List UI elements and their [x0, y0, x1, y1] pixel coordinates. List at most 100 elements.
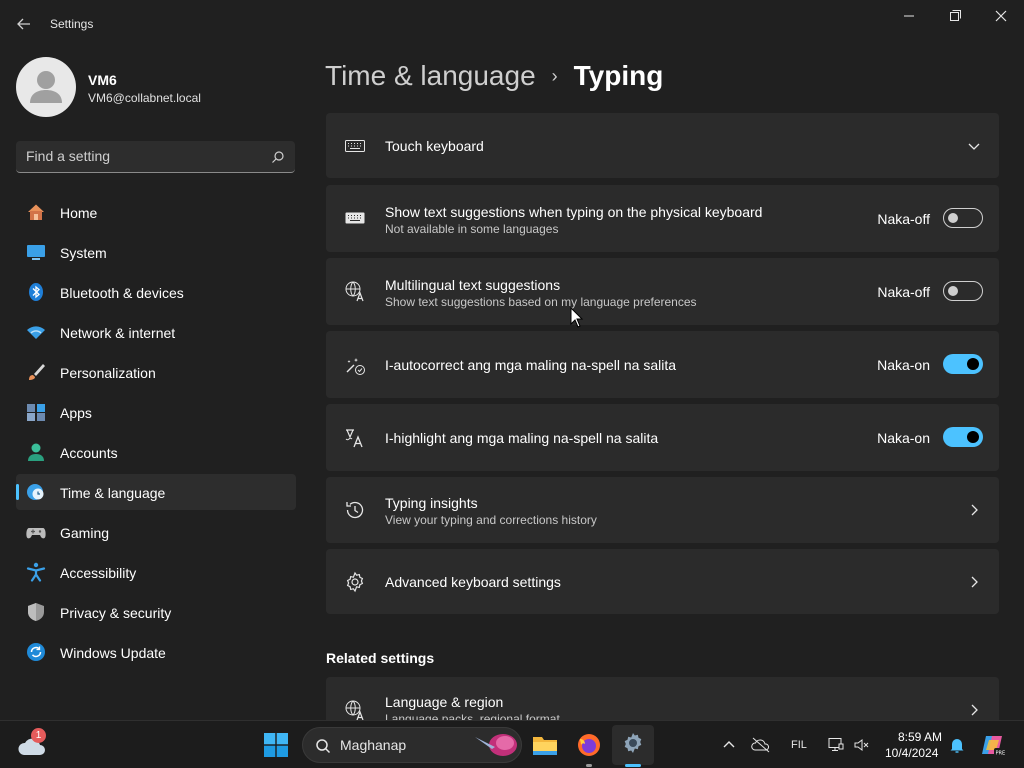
text-suggestions-title: Show text suggestions when typing on the…: [385, 204, 763, 220]
breadcrumb-parent[interactable]: Time & language: [325, 60, 536, 92]
back-arrow-icon[interactable]: [12, 12, 36, 36]
find-setting-box[interactable]: [16, 141, 295, 173]
keyboard-icon: [344, 207, 366, 229]
file-explorer-icon[interactable]: [531, 731, 559, 759]
chevron-right-icon[interactable]: [967, 503, 981, 517]
sidebar-item-apps[interactable]: Apps: [16, 394, 296, 430]
typing-insights-title: Typing insights: [385, 495, 478, 511]
autocorrect-toggle[interactable]: [943, 354, 983, 374]
mouse-pointer-icon: [570, 306, 584, 329]
copilot-icon[interactable]: PRE: [980, 732, 1006, 758]
sidebar-item-gaming[interactable]: Gaming: [16, 514, 296, 550]
highlight-misspelled-icon: [344, 427, 366, 449]
search-input[interactable]: [26, 148, 256, 164]
page-title: Typing: [573, 60, 664, 91]
sidebar-item-privacy[interactable]: Privacy & security: [16, 594, 296, 630]
keyboard-icon: [344, 135, 366, 157]
sidebar-item-label: Bluetooth & devices: [60, 285, 184, 301]
history-icon: [344, 499, 366, 521]
sidebar-item-label: Network & internet: [60, 325, 176, 341]
settings-icon[interactable]: [612, 725, 654, 765]
accessibility-icon: [26, 562, 46, 582]
settings-active-indicator: [625, 764, 641, 767]
apps-icon: [26, 402, 46, 422]
related-settings-heading: Related settings: [326, 650, 435, 666]
notification-bell-icon[interactable]: [948, 736, 966, 754]
sidebar-item-label: Accounts: [60, 445, 118, 461]
highlight-card: I-highlight ang mga maling na-spell na s…: [326, 404, 999, 471]
multilingual-card: Multilingual text suggestions Show text …: [326, 258, 999, 325]
app-title: Settings: [50, 17, 94, 31]
clock-date[interactable]: 10/4/2024: [885, 746, 938, 760]
sidebar-item-personalization[interactable]: Personalization: [16, 354, 296, 390]
start-button[interactable]: [264, 733, 288, 757]
highlight-toggle[interactable]: [943, 427, 983, 447]
home-icon: [26, 202, 46, 222]
maximize-button[interactable]: [932, 6, 978, 28]
chevron-down-icon[interactable]: [967, 139, 981, 153]
volume-muted-icon[interactable]: [853, 736, 871, 754]
firefox-running-indicator: [586, 764, 592, 767]
touch-keyboard-card[interactable]: Touch keyboard: [326, 113, 999, 178]
breadcrumb: Time & language › Typing: [325, 58, 663, 94]
toggle-knob: [967, 358, 979, 370]
onedrive-icon[interactable]: [751, 736, 771, 754]
sidebar-item-system[interactable]: System: [16, 234, 296, 270]
toggle-knob: [948, 213, 958, 223]
network-icon[interactable]: [827, 736, 845, 754]
multilingual-toggle[interactable]: [943, 281, 983, 301]
text-suggestions-card: Show text suggestions when typing on the…: [326, 185, 999, 252]
sidebar-item-label: System: [60, 245, 107, 261]
gamepad-icon: [26, 522, 46, 542]
brush-icon: [26, 362, 46, 382]
chevron-up-icon[interactable]: [720, 736, 738, 754]
chevron-right-icon[interactable]: [967, 575, 981, 589]
sidebar-item-accessibility[interactable]: Accessibility: [16, 554, 296, 590]
toggle-knob: [948, 286, 958, 296]
close-button[interactable]: [978, 6, 1024, 28]
highlight-state: Naka-on: [877, 430, 930, 446]
firefox-icon[interactable]: [575, 731, 603, 759]
advanced-keyboard-title: Advanced keyboard settings: [385, 574, 561, 590]
sidebar-item-label: Accessibility: [60, 565, 137, 581]
toggle-knob: [967, 431, 979, 443]
wifi-icon: [26, 322, 46, 342]
autocorrect-icon: [344, 354, 366, 376]
highlight-title: I-highlight ang mga maling na-spell na s…: [385, 430, 659, 446]
input-language-indicator[interactable]: FIL: [791, 739, 807, 751]
sidebar-item-label: Time & language: [60, 485, 166, 501]
multilingual-subtitle: Show text suggestions based on my langua…: [385, 295, 697, 309]
text-suggestions-toggle[interactable]: [943, 208, 983, 228]
taskbar-search[interactable]: Maghanap: [302, 727, 522, 763]
search-icon[interactable]: [271, 150, 285, 164]
shield-icon: [26, 602, 46, 622]
text-suggestions-state: Naka-off: [877, 211, 930, 227]
advanced-keyboard-card[interactable]: Advanced keyboard settings: [326, 549, 999, 614]
search-highlight-icon: [471, 731, 519, 759]
sidebar-item-windows-update[interactable]: Windows Update: [16, 634, 296, 670]
minimize-button[interactable]: [886, 6, 932, 28]
autocorrect-card: I-autocorrect ang mga maling na-spell na…: [326, 331, 999, 398]
sidebar-item-label: Personalization: [60, 365, 156, 381]
avatar[interactable]: [16, 57, 76, 117]
language-icon: [344, 699, 366, 721]
typing-insights-card[interactable]: Typing insights View your typing and cor…: [326, 477, 999, 543]
autocorrect-title: I-autocorrect ang mga maling na-spell na…: [385, 357, 677, 373]
sidebar-item-network[interactable]: Network & internet: [16, 314, 296, 350]
sidebar-item-time-language[interactable]: Time & language: [16, 474, 296, 510]
globe-clock-icon: [26, 482, 46, 502]
bluetooth-icon: [26, 282, 46, 302]
sidebar-item-bluetooth[interactable]: Bluetooth & devices: [16, 274, 296, 310]
user-email: VM6@collabnet.local: [88, 91, 201, 105]
clock-time[interactable]: 8:59 AM: [898, 730, 942, 744]
sidebar-item-label: Privacy & security: [60, 605, 172, 621]
sidebar-item-accounts[interactable]: Accounts: [16, 434, 296, 470]
taskbar: 1 Maghanap FIL 8:59 AM 10/4/2024 PRE: [0, 720, 1024, 768]
typing-insights-subtitle: View your typing and corrections history: [385, 513, 597, 527]
sidebar-item-home[interactable]: Home: [16, 194, 296, 230]
system-icon: [26, 242, 46, 262]
sidebar-item-label: Windows Update: [60, 645, 166, 661]
notification-badge: 1: [31, 728, 46, 743]
breadcrumb-separator: ›: [551, 65, 558, 86]
chevron-right-icon[interactable]: [967, 703, 981, 717]
